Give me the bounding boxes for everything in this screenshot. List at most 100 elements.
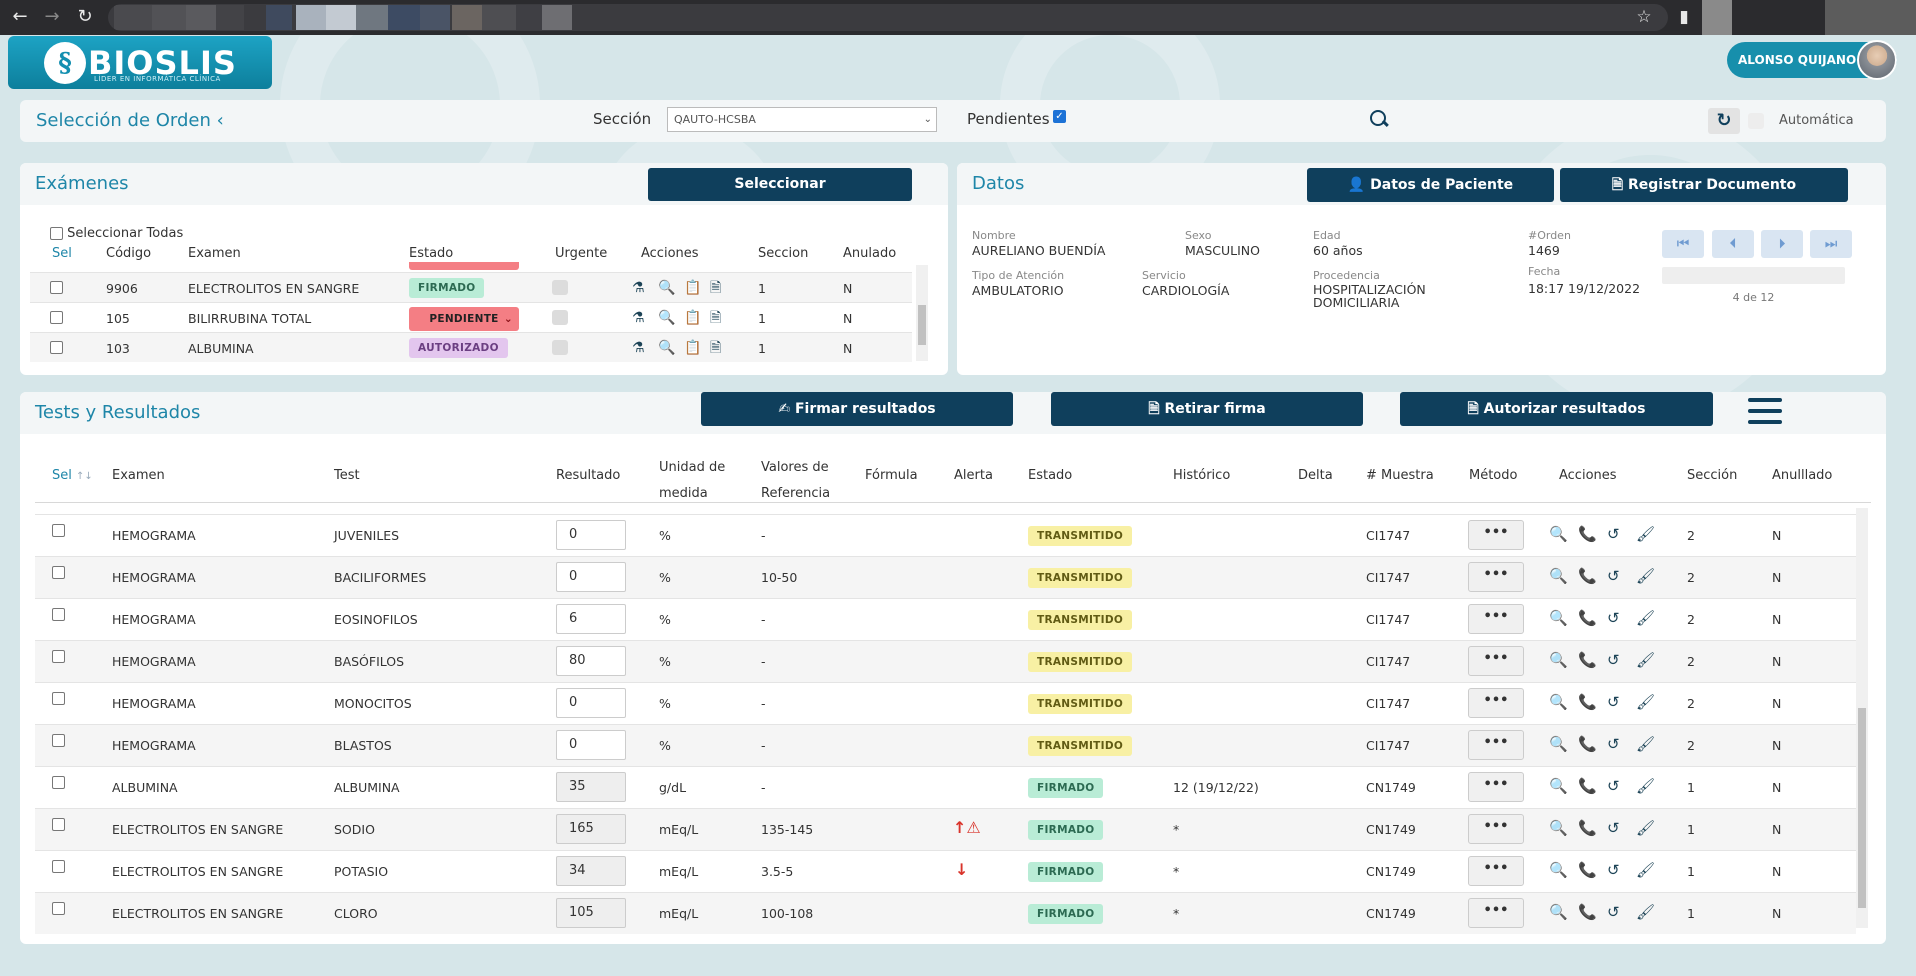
- method-button[interactable]: •••: [1468, 520, 1524, 550]
- search-icon[interactable]: 🔍: [1549, 568, 1568, 584]
- row-checkbox[interactable]: [52, 734, 65, 747]
- brush-icon[interactable]: 🖌: [1636, 568, 1655, 584]
- select-button[interactable]: Seleccionar: [648, 168, 912, 201]
- history-icon[interactable]: ↺: [1607, 652, 1620, 668]
- test-row[interactable]: ELECTROLITOS EN SANGRE SODIO 165 mEq/L 135-1…: [35, 808, 1856, 850]
- flask-icon[interactable]: ⚗: [632, 280, 645, 296]
- test-row[interactable]: HEMOGRAMA BLASTOS 0% - TRANSMITIDO CI1747 ••• 🔍…: [35, 724, 1856, 766]
- test-row[interactable]: HEMOGRAMA JUVENILES 0% - TRANSMITIDO CI1747 ••…: [35, 514, 1856, 556]
- row-checkbox[interactable]: [50, 341, 63, 354]
- brush-icon[interactable]: 🖌: [1636, 610, 1655, 626]
- result-input[interactable]: 0: [556, 688, 626, 718]
- automatic-toggle[interactable]: [1748, 113, 1764, 129]
- phone-icon[interactable]: 📞: [1578, 820, 1597, 836]
- test-row[interactable]: HEMOGRAMA BACILIFORMES 0% 10-50 TRANSMITIDO C…: [35, 556, 1856, 598]
- last-page-icon[interactable]: ⏭: [1810, 230, 1852, 258]
- exam-row[interactable]: 105 BILIRRUBINA TOTAL PENDIENTE ⌄ ⚗ 🔍 📋 🗎 1 N: [30, 302, 912, 332]
- history-icon[interactable]: ↺: [1607, 820, 1620, 836]
- phone-icon[interactable]: 📞: [1578, 694, 1597, 710]
- select-all-checkbox[interactable]: [50, 227, 63, 240]
- method-button[interactable]: •••: [1468, 898, 1524, 928]
- search-icon[interactable]: 🔍: [1549, 862, 1568, 878]
- back-icon[interactable]: ←: [8, 5, 32, 29]
- refresh-icon[interactable]: ↻: [1708, 108, 1740, 134]
- th-anulado[interactable]: Anulllado: [1772, 468, 1832, 483]
- exam-row[interactable]: 9906 ELECTROLITOS EN SANGRE FIRMADO ⚗ 🔍 📋 🗎 1 N: [30, 272, 912, 302]
- test-row[interactable]: HEMOGRAMA BASÓFILOS 80% - TRANSMITIDO CI1747 •…: [35, 640, 1856, 682]
- history-icon[interactable]: ↺: [1607, 778, 1620, 794]
- clipboard-icon[interactable]: 📋: [684, 310, 701, 326]
- status-dropdown[interactable]: PENDIENTE ⌄: [409, 307, 519, 331]
- test-row[interactable]: ALBUMINA ALBUMINA 35 g/dL - FIRMADO 12 (19/12/…: [35, 766, 1856, 808]
- col-urgente[interactable]: Urgente: [555, 246, 607, 261]
- next-page-icon[interactable]: ⏵: [1761, 230, 1803, 258]
- urgent-toggle[interactable]: [552, 340, 568, 355]
- prev-page-icon[interactable]: ⏴: [1712, 230, 1754, 258]
- search-icon[interactable]: 🔍: [1549, 526, 1568, 542]
- star-icon[interactable]: ☆: [1632, 5, 1656, 29]
- method-button[interactable]: •••: [1468, 772, 1524, 802]
- sign-results-button[interactable]: ✍ Firmar resultados: [701, 392, 1013, 426]
- result-input[interactable]: 0: [556, 520, 626, 550]
- search-icon[interactable]: 🔍: [658, 340, 675, 356]
- method-button[interactable]: •••: [1468, 730, 1524, 760]
- search-icon[interactable]: 🔍: [1549, 736, 1568, 752]
- row-checkbox[interactable]: [52, 692, 65, 705]
- phone-icon[interactable]: 📞: [1578, 526, 1597, 542]
- result-input[interactable]: 165: [556, 814, 626, 844]
- row-checkbox[interactable]: [52, 566, 65, 579]
- row-checkbox[interactable]: [52, 524, 65, 537]
- th-seccion[interactable]: Sección: [1687, 468, 1737, 483]
- document-icon[interactable]: 🗎: [710, 280, 721, 296]
- history-icon[interactable]: ↺: [1607, 862, 1620, 878]
- brush-icon[interactable]: 🖌: [1636, 904, 1655, 920]
- result-input[interactable]: 6: [556, 604, 626, 634]
- phone-icon[interactable]: 📞: [1578, 568, 1597, 584]
- select-all[interactable]: Seleccionar Todas: [50, 226, 183, 241]
- search-icon[interactable]: 🔍: [1549, 904, 1568, 920]
- brush-icon[interactable]: 🖌: [1636, 778, 1655, 794]
- test-row[interactable]: ELECTROLITOS EN SANGRE CLORO 105 mEq/L 100-1…: [35, 892, 1856, 934]
- method-button[interactable]: •••: [1468, 646, 1524, 676]
- result-input[interactable]: 80: [556, 646, 626, 676]
- tests-scrollbar[interactable]: [1856, 508, 1868, 928]
- brush-icon[interactable]: 🖌: [1636, 862, 1655, 878]
- row-checkbox[interactable]: [50, 311, 63, 324]
- remove-signature-button[interactable]: 🗎 Retirar firma: [1051, 392, 1363, 426]
- method-button[interactable]: •••: [1468, 856, 1524, 886]
- chevron-left-icon[interactable]: ‹: [217, 110, 224, 131]
- document-icon[interactable]: 🗎: [710, 310, 721, 326]
- address-bar[interactable]: [108, 4, 1668, 31]
- row-checkbox[interactable]: [52, 818, 65, 831]
- section-select[interactable]: QAUTO-HCSBA ⌄: [667, 107, 937, 132]
- bioslis-logo[interactable]: § BIOSLIS LÍDER EN INFORMÁTICA CLÍNICA: [8, 36, 272, 89]
- method-button[interactable]: •••: [1468, 562, 1524, 592]
- flask-icon[interactable]: ⚗: [632, 310, 645, 326]
- urgent-toggle[interactable]: [552, 280, 568, 295]
- th-sel[interactable]: Sel ↑↓: [52, 468, 93, 483]
- row-checkbox[interactable]: [52, 902, 65, 915]
- result-input[interactable]: 105: [556, 898, 626, 928]
- register-document-button[interactable]: 🗎 Registrar Documento: [1560, 168, 1848, 202]
- menu-icon[interactable]: [1748, 396, 1782, 426]
- history-icon[interactable]: ↺: [1607, 568, 1620, 584]
- clipboard-icon[interactable]: 📋: [684, 280, 701, 296]
- phone-icon[interactable]: 📞: [1578, 862, 1597, 878]
- reload-icon[interactable]: ↻: [73, 5, 97, 29]
- authorize-results-button[interactable]: 🗎 Autorizar resultados: [1400, 392, 1713, 426]
- clipboard-icon[interactable]: 📋: [684, 340, 701, 356]
- result-input[interactable]: 0: [556, 730, 626, 760]
- search-icon[interactable]: 🔍: [658, 280, 675, 296]
- method-button[interactable]: •••: [1468, 814, 1524, 844]
- exam-row[interactable]: 103 ALBUMINA AUTORIZADO ⚗ 🔍 📋 🗎 1 N: [30, 332, 912, 362]
- brush-icon[interactable]: 🖌: [1636, 694, 1655, 710]
- col-sel[interactable]: Sel: [52, 246, 72, 261]
- row-checkbox[interactable]: [52, 776, 65, 789]
- test-row[interactable]: ELECTROLITOS EN SANGRE POTASIO 34 mEq/L 3.5-…: [35, 850, 1856, 892]
- brush-icon[interactable]: 🖌: [1636, 526, 1655, 542]
- patient-data-button[interactable]: 👤 Datos de Paciente: [1307, 168, 1554, 202]
- search-icon[interactable]: 🔍: [1549, 694, 1568, 710]
- row-checkbox[interactable]: [52, 608, 65, 621]
- exams-scrollbar[interactable]: [916, 265, 928, 361]
- phone-icon[interactable]: 📞: [1578, 778, 1597, 794]
